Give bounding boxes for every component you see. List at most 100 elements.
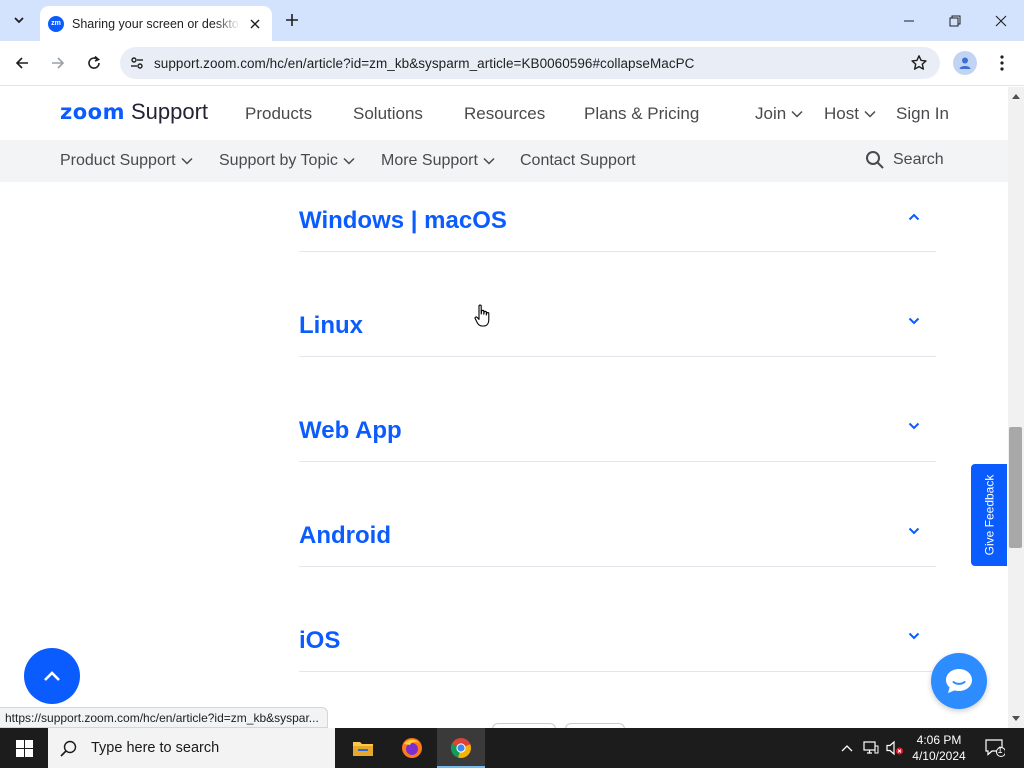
close-icon (995, 15, 1007, 26)
browser-tab-bar: zm Sharing your screen or desktop (0, 0, 1024, 41)
address-bar[interactable]: support.zoom.com/hc/en/article?id=zm_kb&… (120, 47, 940, 79)
accordion-web-app[interactable]: Web App (299, 357, 936, 462)
network-tray-icon[interactable] (861, 728, 881, 768)
chevron-down-icon (908, 422, 920, 430)
more-vertical-icon (1000, 55, 1004, 71)
reload-button[interactable] (80, 49, 108, 77)
clock-date: 4/10/2024 (912, 749, 966, 763)
show-hidden-icons-button[interactable] (838, 728, 856, 768)
support-logo-text: Support (130, 99, 209, 124)
site-header: zoom Support Products Solutions Resource… (0, 87, 1008, 140)
url-text: support.zoom.com/hc/en/article?id=zm_kb&… (154, 55, 695, 71)
nav-resources[interactable]: Resources (464, 104, 545, 124)
notification-count: 1 (997, 745, 1003, 755)
profile-avatar-button[interactable] (953, 51, 977, 75)
folder-icon (353, 742, 373, 756)
zoom-logo-word: zoom (60, 100, 125, 124)
tab-search-button[interactable] (6, 7, 32, 33)
chat-bubble-icon (946, 669, 972, 693)
notification-center-button[interactable]: 1 (980, 728, 1010, 768)
arrow-left-icon (15, 57, 28, 69)
windows-taskbar: Type here to search 4:06 PM 4/10/2024 1 (0, 728, 1024, 768)
taskbar-search-box[interactable]: Type here to search (48, 728, 335, 768)
bookmark-button[interactable] (910, 54, 928, 77)
page-scrollbar[interactable] (1008, 87, 1024, 728)
firefox-icon (402, 738, 422, 758)
site-info-button[interactable] (120, 47, 154, 79)
search-icon (60, 740, 77, 757)
join-menu[interactable]: Join (755, 104, 803, 124)
product-support-menu[interactable]: Product Support (60, 152, 193, 170)
accordion-ios[interactable]: iOS (299, 567, 936, 672)
speaker-muted-icon (886, 740, 904, 756)
minimize-icon (904, 20, 914, 21)
firefox-taskbar-button[interactable] (388, 728, 436, 768)
back-button[interactable] (8, 49, 36, 77)
forward-button[interactable] (44, 49, 72, 77)
tab-close-button[interactable] (246, 15, 264, 33)
scrollbar-thumb[interactable] (1009, 427, 1022, 548)
nav-products[interactable]: Products (245, 104, 312, 124)
start-button[interactable] (0, 728, 48, 768)
triangle-up-icon (1012, 94, 1020, 99)
chevron-down-icon (908, 632, 920, 640)
accordion-title[interactable]: Web App (299, 417, 402, 445)
file-explorer-taskbar-button[interactable] (339, 728, 387, 768)
taskbar-search-placeholder: Type here to search (91, 740, 220, 756)
browser-menu-button[interactable] (990, 50, 1014, 76)
restore-button[interactable] (932, 0, 978, 41)
accordion-title[interactable]: iOS (299, 627, 340, 655)
accordion-toggle[interactable] (906, 418, 922, 434)
nav-solutions[interactable]: Solutions (353, 104, 423, 124)
person-icon (959, 57, 971, 69)
back-to-top-button[interactable] (24, 648, 80, 704)
chrome-taskbar-button[interactable] (437, 728, 485, 768)
zoom-support-logo[interactable]: zoom Support (60, 99, 208, 125)
link-preview-status: https://support.zoom.com/hc/en/article?i… (0, 707, 328, 728)
sign-in-link[interactable]: Sign In (896, 104, 949, 124)
chevron-down-icon (864, 110, 876, 118)
taskbar-clock[interactable]: 4:06 PM 4/10/2024 (906, 732, 972, 764)
tab-title: Sharing your screen or desktop (72, 16, 240, 31)
chat-support-button[interactable] (931, 653, 987, 709)
reload-icon (88, 55, 100, 69)
minimize-button[interactable] (886, 0, 932, 41)
give-feedback-tab[interactable]: Give Feedback (971, 464, 1007, 566)
accordion-toggle[interactable] (906, 628, 922, 644)
restore-icon (949, 15, 961, 26)
chevron-up-icon (44, 671, 60, 681)
accordion-title[interactable]: Linux (299, 312, 363, 340)
host-menu[interactable]: Host (824, 104, 876, 124)
scroll-up-arrow[interactable] (1010, 90, 1022, 102)
nav-plans-pricing[interactable]: Plans & Pricing (584, 104, 699, 124)
product-support-label: Product Support (60, 152, 176, 169)
host-label: Host (824, 104, 859, 123)
accordion-toggle[interactable] (906, 209, 922, 225)
star-icon (911, 55, 927, 70)
page-viewport: zoom Support Products Solutions Resource… (0, 87, 1008, 728)
accordion-toggle[interactable] (906, 523, 922, 539)
join-label: Join (755, 104, 787, 123)
chevron-down-icon (791, 110, 803, 118)
tune-icon (131, 57, 143, 69)
close-icon (250, 19, 260, 28)
triangle-down-icon (1012, 716, 1020, 721)
give-feedback-label: Give Feedback (982, 474, 996, 556)
window-close-button[interactable] (978, 0, 1024, 41)
browser-tab-active[interactable]: zm Sharing your screen or desktop (40, 6, 272, 41)
chevron-up-icon (841, 745, 853, 752)
chevron-up-icon (908, 213, 920, 221)
clock-time: 4:06 PM (916, 733, 962, 747)
accordion-android[interactable]: Android (299, 462, 936, 567)
chevron-down-icon (181, 157, 193, 165)
scroll-down-arrow[interactable] (1010, 713, 1022, 725)
accordion-title[interactable]: Android (299, 522, 391, 550)
accordion-linux[interactable]: Linux (299, 252, 936, 357)
chevron-down-icon (14, 17, 24, 24)
accordion-toggle[interactable] (906, 313, 922, 329)
accordion-windows-macos[interactable]: Windows | macOS (299, 147, 936, 252)
accordion-title[interactable]: Windows | macOS (299, 207, 507, 235)
chrome-icon (450, 738, 471, 758)
new-tab-button[interactable] (280, 8, 304, 32)
volume-tray-icon[interactable] (884, 728, 906, 768)
